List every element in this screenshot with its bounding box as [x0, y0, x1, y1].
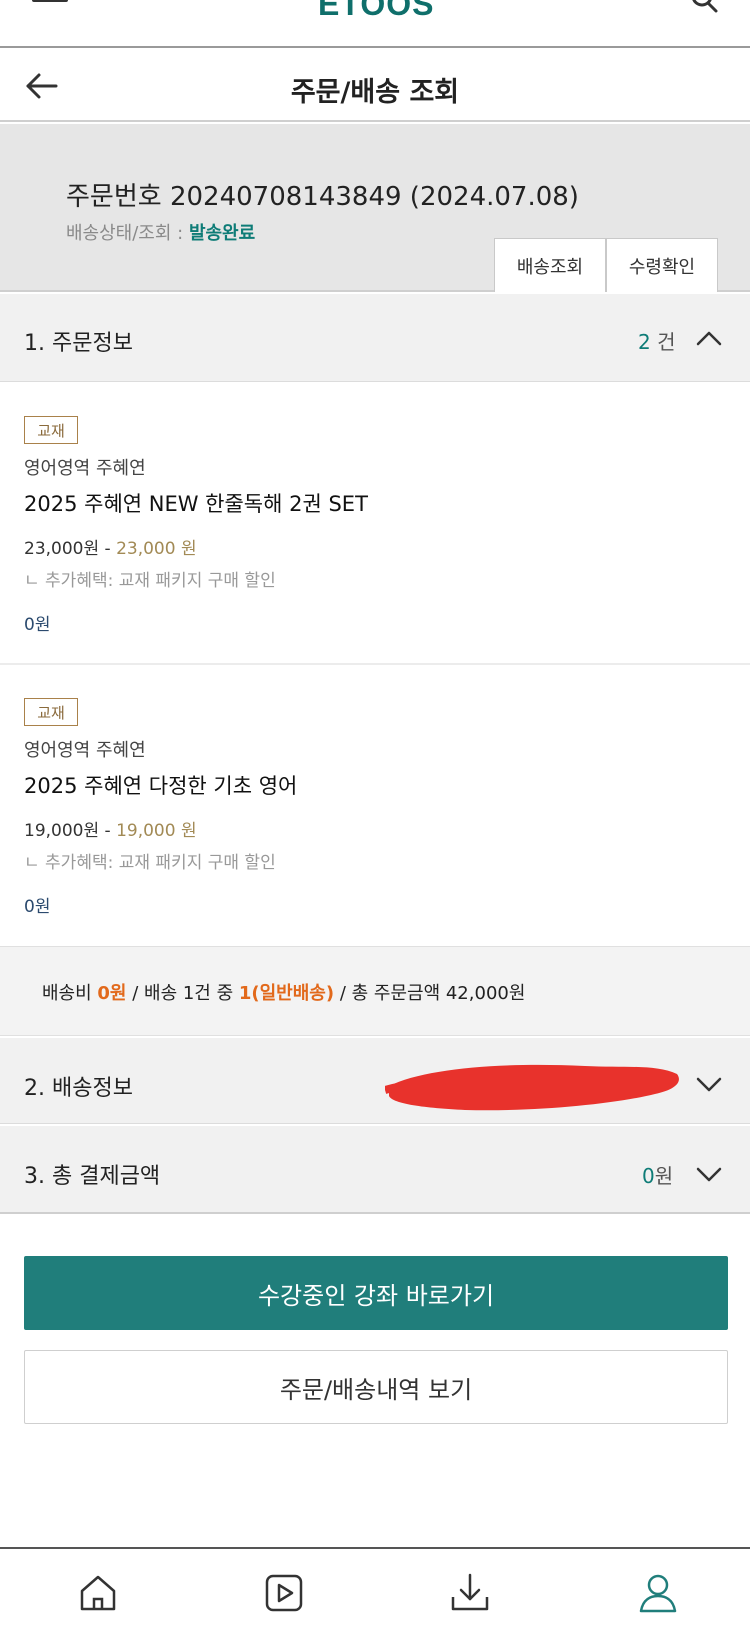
delivery-label: / 배송 1건 중 — [126, 983, 239, 1004]
download-icon[interactable] — [448, 1571, 492, 1615]
go-to-courses-button[interactable]: 수강중인 강좌 바로가기 — [24, 1256, 728, 1330]
shipping-status-value: 발송완료 — [188, 223, 256, 244]
title-bar: 주문/배송 조회 — [0, 48, 750, 122]
item-count-value: 2 — [638, 330, 651, 354]
home-icon[interactable] — [76, 1571, 120, 1615]
item-total: 0원 — [24, 897, 51, 917]
order-total-value: 42,000원 — [445, 983, 526, 1004]
play-icon[interactable] — [262, 1571, 306, 1615]
section-title: 2. 배송정보 — [24, 1076, 133, 1101]
item-price-original: 19,000원 - — [24, 821, 117, 841]
menu-icon[interactable] — [32, 0, 72, 12]
item-category: 영어영역 주혜연 — [24, 740, 146, 761]
order-total-label: / 총 주문금액 — [334, 983, 446, 1004]
item-price-sale: 23,000 원 — [116, 539, 197, 559]
order-header: 주문번호 20240708143849 (2024.07.08) 배송상태/조회… — [0, 124, 750, 292]
item-benefit: ㄴ 추가혜택: 교재 패키지 구매 할인 — [24, 853, 276, 873]
bottom-nav — [0, 1547, 750, 1629]
top-bar: ETOOS — [0, 0, 750, 48]
redaction-mark — [385, 1064, 679, 1111]
shipping-status-label: 배송상태/조회 : — [66, 223, 189, 244]
payment-amount-value: 0 — [642, 1164, 655, 1188]
item-benefit: ㄴ 추가혜택: 교재 패키지 구매 할인 — [24, 571, 276, 591]
payment-amount-unit: 원 — [654, 1164, 674, 1188]
item-total: 0원 — [24, 615, 51, 635]
section-total-payment-header[interactable]: 3. 총 결제금액 0원 — [0, 1126, 750, 1214]
section-title: 3. 총 결제금액 — [24, 1164, 161, 1189]
chevron-up-icon[interactable] — [694, 328, 724, 348]
chevron-down-icon[interactable] — [694, 1164, 724, 1184]
section-title: 1. 주문정보 — [24, 331, 133, 356]
order-number: 주문번호 20240708143849 (2024.07.08) — [66, 182, 579, 212]
item-count: 2 건 — [638, 326, 676, 355]
item-name[interactable]: 2025 주혜연 다정한 기초 영어 — [24, 770, 297, 800]
confirm-receipt-button[interactable]: 수령확인 — [606, 238, 718, 292]
item-category: 영어영역 주혜연 — [24, 458, 146, 479]
shipping-fee-value: 0원 — [97, 983, 127, 1004]
item-price-sale: 19,000 원 — [116, 821, 197, 841]
item-divider — [0, 663, 750, 665]
logo[interactable]: ETOOS — [318, 0, 434, 23]
page-title: 주문/배송 조회 — [290, 77, 460, 108]
search-icon[interactable] — [690, 0, 722, 18]
item-price: 23,000원 - 23,000 원 — [24, 534, 197, 559]
shipping-fee-label: 배송비 — [42, 983, 98, 1004]
item-price: 19,000원 - 19,000 원 — [24, 816, 197, 841]
track-shipping-button[interactable]: 배송조회 — [494, 238, 606, 292]
delivery-value: 1(일반배송) — [238, 983, 335, 1004]
item-type-badge: 교재 — [24, 698, 78, 726]
order-summary: 배송비 0원 / 배송 1건 중 1(일반배송) / 총 주문금액 42,000… — [0, 946, 750, 1036]
chevron-down-icon[interactable] — [694, 1074, 724, 1094]
payment-amount: 0원 — [642, 1160, 673, 1189]
view-order-history-button[interactable]: 주문/배송내역 보기 — [24, 1350, 728, 1424]
section-order-info-header[interactable]: 1. 주문정보 2 건 — [0, 294, 750, 382]
shipping-status: 배송상태/조회 : 발송완료 — [66, 219, 255, 245]
item-type-badge: 교재 — [24, 416, 78, 444]
user-icon[interactable] — [636, 1571, 680, 1615]
item-price-original: 23,000원 - — [24, 539, 117, 559]
order-summary-text: 배송비 0원 / 배송 1건 중 1(일반배송) / 총 주문금액 42,000… — [42, 979, 525, 1005]
item-count-unit: 건 — [657, 330, 676, 354]
item-name[interactable]: 2025 주혜연 NEW 한줄독해 2권 SET — [24, 488, 368, 518]
